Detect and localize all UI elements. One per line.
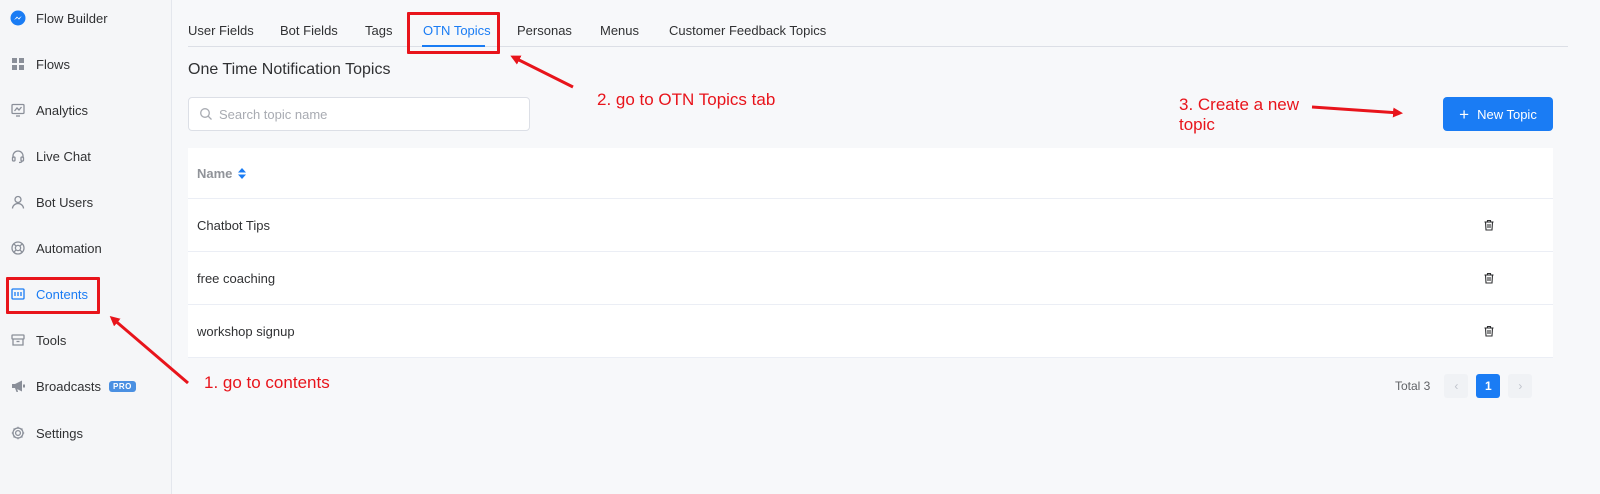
table-header: Name xyxy=(188,148,1553,199)
sidebar-item-tools[interactable]: Tools xyxy=(0,325,172,355)
page-number-current[interactable]: 1 xyxy=(1476,374,1501,398)
topic-name: Chatbot Tips xyxy=(197,217,270,233)
sidebar-item-label: Flow Builder xyxy=(36,10,108,26)
annotation-step-3-line-1: 3. Create a new xyxy=(1179,95,1300,114)
user-icon xyxy=(10,194,26,210)
sidebar-item-label: Bot Users xyxy=(36,194,94,210)
tab-menus[interactable]: Menus xyxy=(600,23,639,38)
new-topic-button[interactable]: + New Topic xyxy=(1443,97,1553,131)
sidebar-item-label: Tools xyxy=(36,332,67,348)
search-icon xyxy=(199,107,213,121)
plus-icon: + xyxy=(1459,104,1470,124)
prev-page-button[interactable]: ‹ xyxy=(1444,374,1469,398)
pagination: Total 3 ‹ 1 › xyxy=(1395,374,1540,398)
sidebar-item-automation[interactable]: Automation xyxy=(0,233,172,263)
page-title: One Time Notification Topics xyxy=(188,61,391,78)
sort-icon[interactable] xyxy=(238,167,247,179)
tab-bar: User Fields Bot Fields Tags OTN Topics P… xyxy=(188,14,1568,47)
table-row: free coaching xyxy=(188,252,1553,305)
chart-icon xyxy=(10,102,26,118)
sidebar: Flow Builder Flows Analytics Live Chat B… xyxy=(0,0,172,494)
new-topic-label: New Topic xyxy=(1477,106,1537,122)
main-content: User Fields Bot Fields Tags OTN Topics P… xyxy=(173,0,1600,494)
highlight-contents xyxy=(6,277,100,314)
column-header-name[interactable]: Name xyxy=(197,165,247,181)
trash-icon[interactable] xyxy=(1483,325,1495,337)
search-box xyxy=(188,97,530,131)
tab-personas[interactable]: Personas xyxy=(517,23,572,38)
topics-table: Name Chatbot Tips free coaching workshop… xyxy=(188,148,1553,358)
table-row: workshop signup xyxy=(188,305,1553,358)
sidebar-item-label: Automation xyxy=(36,240,102,256)
sidebar-item-analytics[interactable]: Analytics xyxy=(0,95,172,125)
toolbox-icon xyxy=(10,332,26,348)
sidebar-item-live-chat[interactable]: Live Chat xyxy=(0,141,172,171)
topic-name: workshop signup xyxy=(197,323,295,339)
annotation-step-3-line-2: topic xyxy=(1179,115,1215,134)
gear-icon xyxy=(10,425,26,441)
sidebar-item-label: Settings xyxy=(36,425,83,441)
tab-user-fields[interactable]: User Fields xyxy=(188,23,254,38)
tab-tags[interactable]: Tags xyxy=(365,23,392,38)
search-input[interactable] xyxy=(219,106,519,122)
sidebar-item-label: Flows xyxy=(36,56,70,72)
sidebar-item-flow-builder[interactable]: Flow Builder xyxy=(0,3,172,33)
next-page-button[interactable]: › xyxy=(1508,374,1533,398)
pro-badge: PRO xyxy=(109,380,136,392)
annotation-step-1: 1. go to contents xyxy=(204,373,330,392)
sidebar-item-label: Live Chat xyxy=(36,148,91,164)
sidebar-item-label: Broadcasts xyxy=(36,378,102,394)
lifebuoy-icon xyxy=(10,240,26,256)
total-count: Total 3 xyxy=(1395,379,1431,393)
sidebar-item-bot-users[interactable]: Bot Users xyxy=(0,187,172,217)
highlight-otn-tab xyxy=(407,12,500,54)
sidebar-item-settings[interactable]: Settings xyxy=(0,418,172,448)
sidebar-item-flows[interactable]: Flows xyxy=(0,49,172,79)
trash-icon[interactable] xyxy=(1483,219,1495,231)
sidebar-item-broadcasts[interactable]: Broadcasts PRO xyxy=(0,371,172,401)
sidebar-item-label: Analytics xyxy=(36,102,89,118)
tab-bot-fields[interactable]: Bot Fields xyxy=(280,23,338,38)
topic-name: free coaching xyxy=(197,270,276,286)
table-row: Chatbot Tips xyxy=(188,199,1553,252)
messenger-icon xyxy=(10,10,26,26)
trash-icon[interactable] xyxy=(1483,272,1495,284)
tab-customer-feedback-topics[interactable]: Customer Feedback Topics xyxy=(669,23,826,38)
grid-icon xyxy=(10,56,26,72)
megaphone-icon xyxy=(10,378,26,394)
column-header-label: Name xyxy=(197,165,233,181)
annotation-step-2: 2. go to OTN Topics tab xyxy=(597,90,776,109)
headset-icon xyxy=(10,148,26,164)
